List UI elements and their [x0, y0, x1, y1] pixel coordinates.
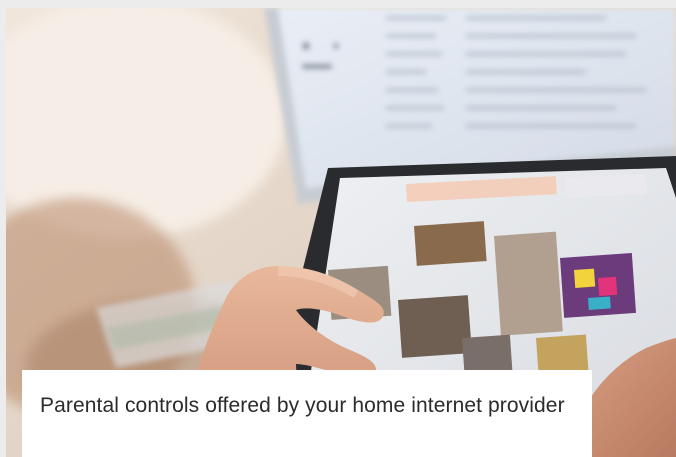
article-caption[interactable]: Parental controls offered by your home i… — [22, 370, 592, 457]
article-card[interactable]: Parental controls offered by your home i… — [6, 8, 676, 457]
article-title[interactable]: Parental controls offered by your home i… — [40, 389, 574, 422]
